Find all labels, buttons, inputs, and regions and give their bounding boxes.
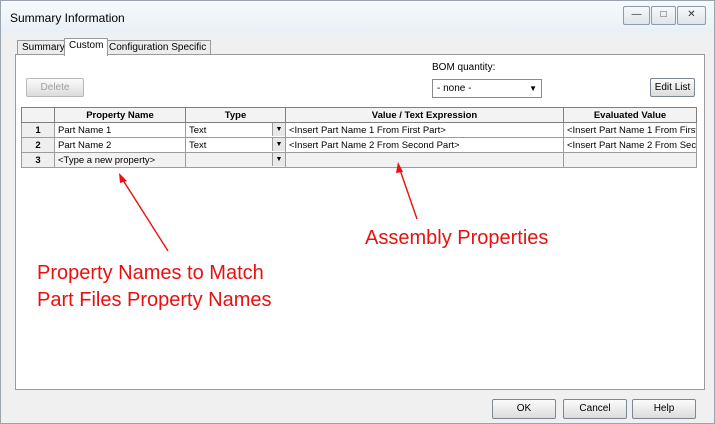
- tab-custom[interactable]: Custom: [64, 38, 109, 56]
- annotation-line-1: Property Names to Match: [37, 262, 264, 284]
- annotation-line-2: Part Files Property Names: [37, 289, 272, 311]
- help-button[interactable]: Help: [632, 399, 696, 419]
- summary-information-dialog: Summary Information — □ ✕ Summary Custom…: [0, 0, 715, 424]
- arrow-to-value-column: [396, 162, 418, 220]
- cancel-button[interactable]: Cancel: [563, 399, 627, 419]
- annotation-assembly-properties: Assembly Properties: [365, 227, 549, 249]
- arrow-to-property-name: [119, 173, 169, 252]
- annotation-arrows: [119, 162, 418, 252]
- ok-button[interactable]: OK: [492, 399, 556, 419]
- annotation-property-names: Property Names to Match Part Files Prope…: [37, 260, 272, 314]
